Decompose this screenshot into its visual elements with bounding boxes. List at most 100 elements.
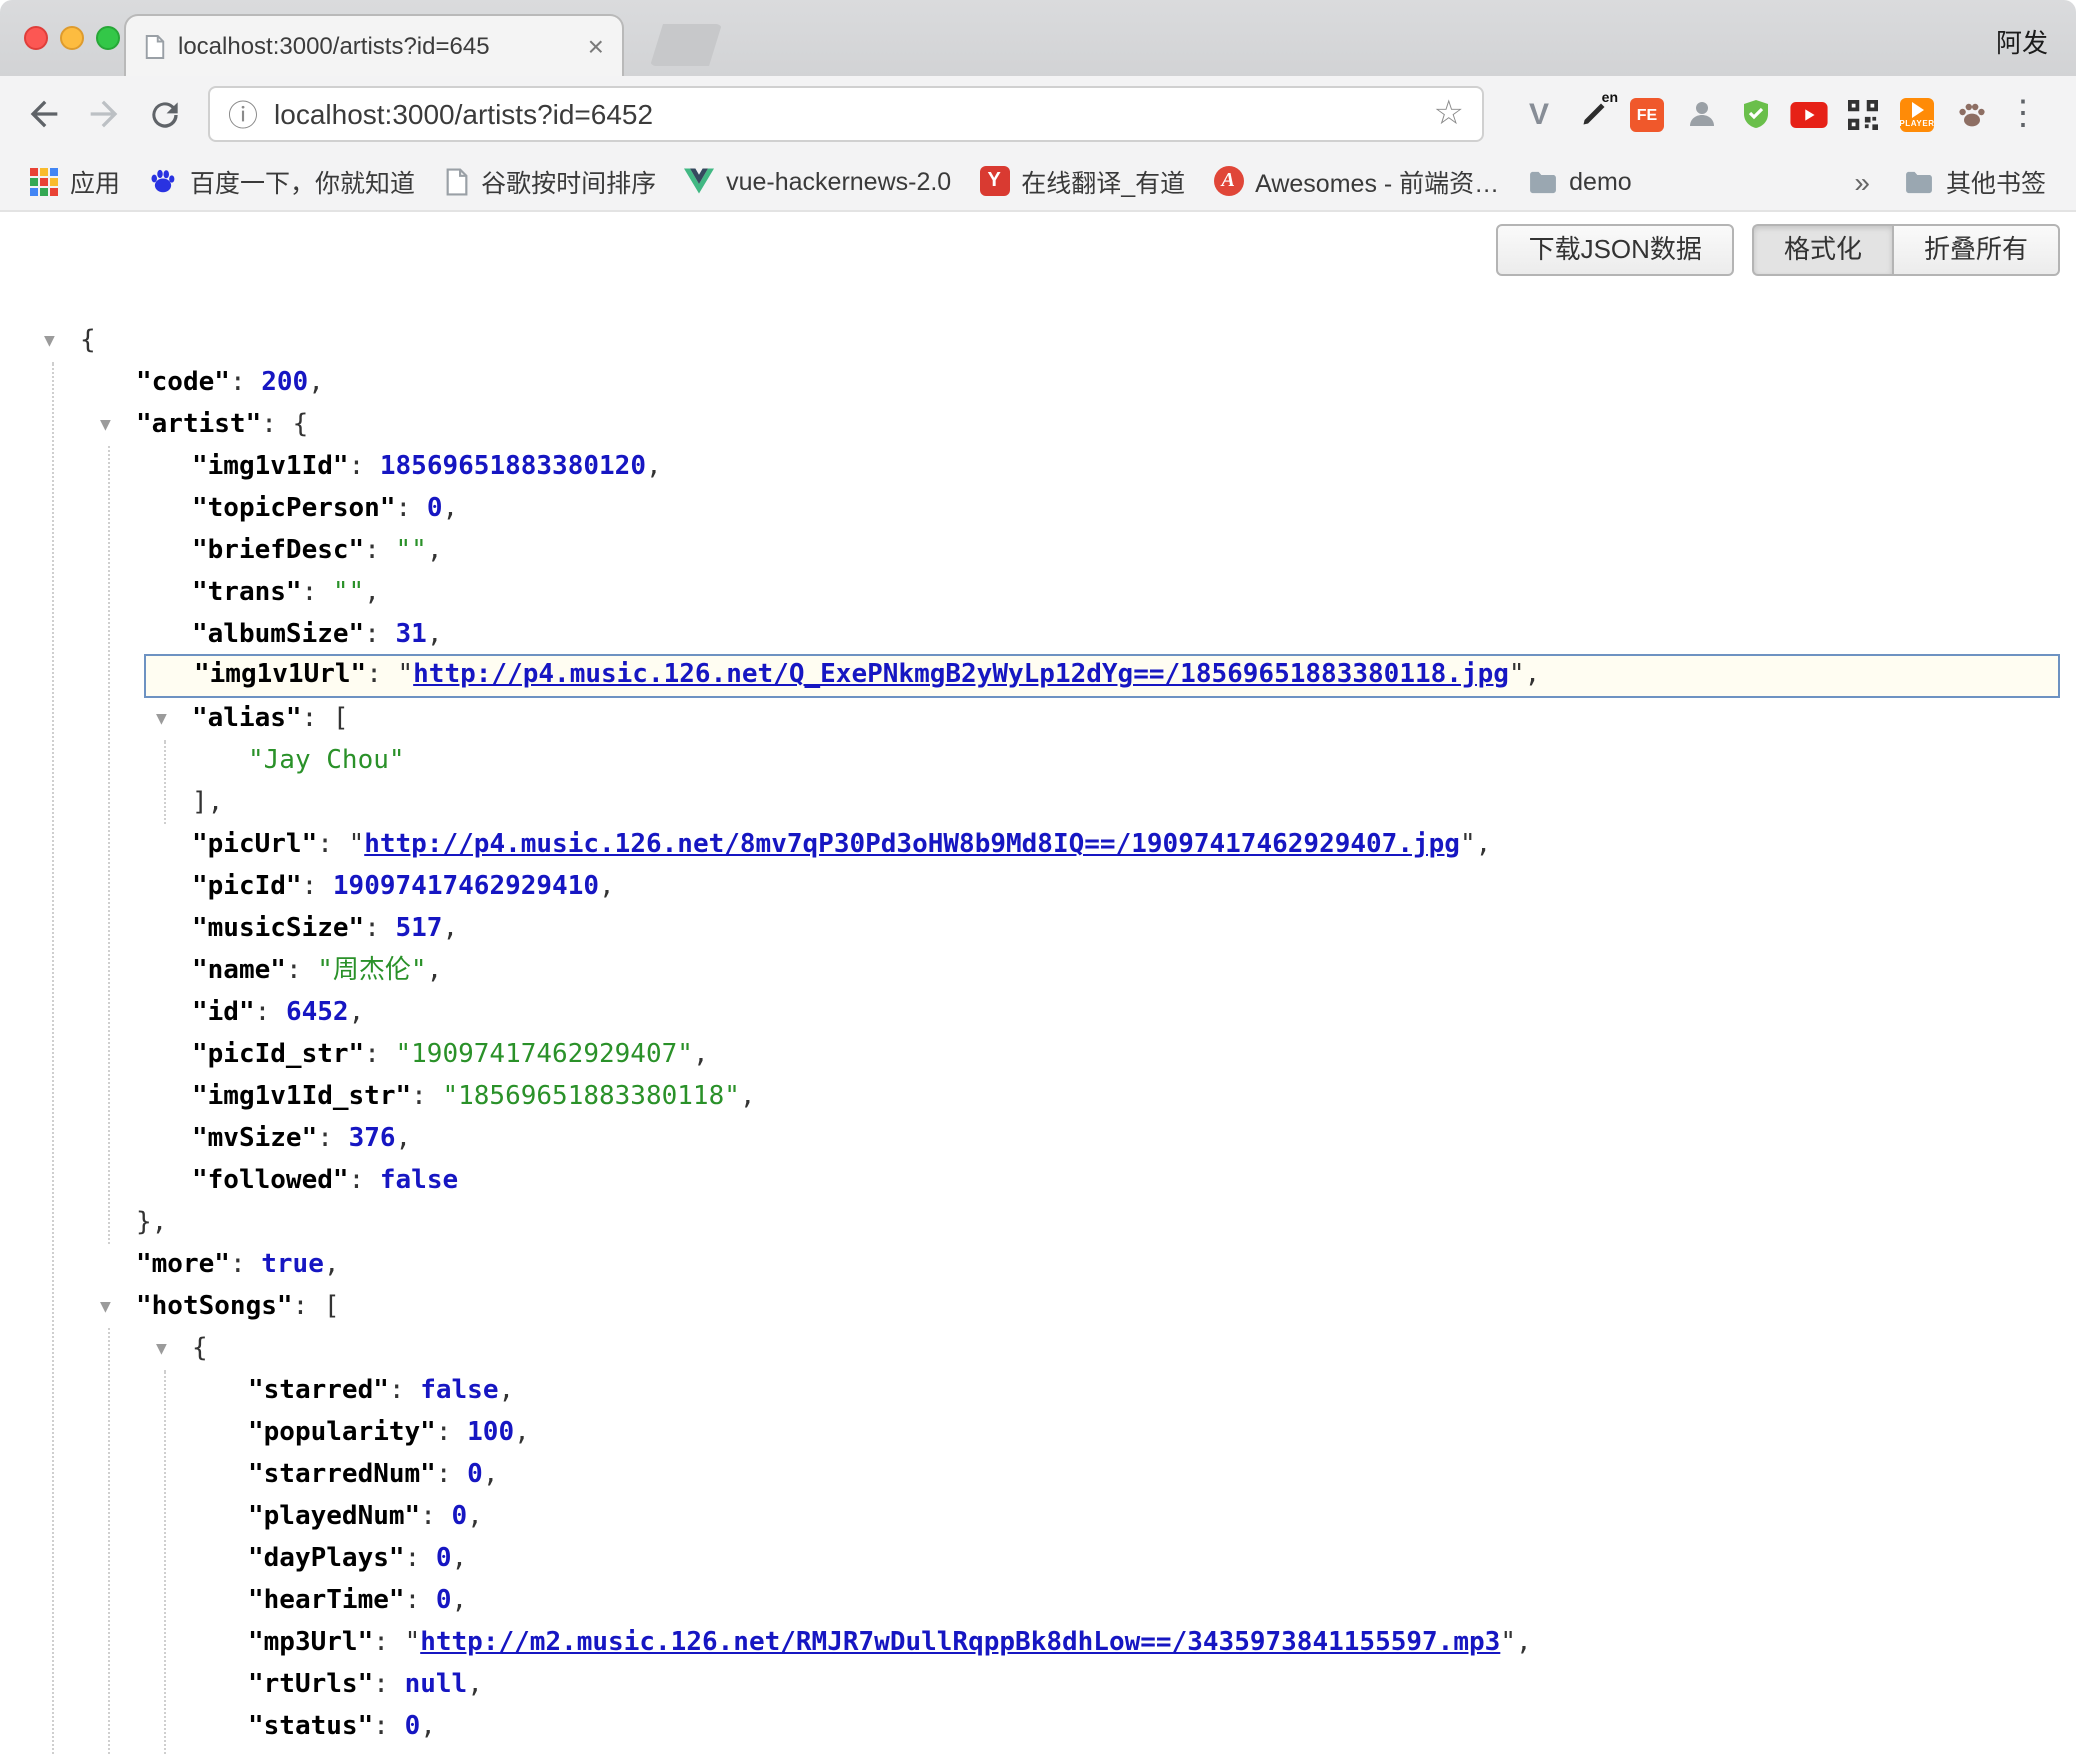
json-token: : [261,410,292,440]
json-token: false [380,1166,458,1196]
json-token: : [420,1502,451,1532]
json-token: : [364,914,395,944]
back-arrow-icon [24,94,64,134]
address-bar[interactable]: ⓘ localhost:3000/artists?id=6452 ☆ [208,86,1484,142]
json-token: "code" [136,368,230,398]
json-line: "mp3Url": "http://m2.music.126.net/RMJR7… [0,1622,2076,1664]
json-line: "id": 6452, [0,992,2076,1034]
bookmark-apps[interactable]: 应用 [16,156,134,206]
json-token: " [1500,1628,1516,1658]
json-token: "Jay Chou" [248,746,405,776]
forward-button[interactable] [80,90,128,138]
bookmark-google-sort[interactable]: 谷歌按时间排序 [429,156,670,206]
download-json-button[interactable]: 下载JSON数据 [1497,224,1734,276]
json-line: "starredNum": 0, [0,1454,2076,1496]
url-text[interactable]: localhost:3000/artists?id=6452 [274,98,1421,130]
json-token: : [405,1586,436,1616]
ext-profile-icon[interactable] [1682,95,1720,133]
json-line: "name": "周杰伦", [0,950,2076,992]
json-token: : [411,1082,442,1112]
ext-fe-icon[interactable]: FE [1628,95,1666,133]
json-token: "hearTime" [248,1586,405,1616]
json-token: , [308,368,324,398]
json-token: "musicSize" [192,914,364,944]
ext-player-icon[interactable]: PLAYER [1898,95,1936,133]
back-button[interactable] [20,90,68,138]
json-token: : [373,1712,404,1742]
new-tab-button[interactable] [650,24,722,66]
collapse-toggle-icon[interactable]: ▼ [156,700,167,742]
json-url-link[interactable]: http://p4.music.126.net/Q_ExePNkmgB2yWyL… [413,660,1509,690]
json-line: "img1v1Id": 18569651883380120, [0,446,2076,488]
profile-name[interactable]: 阿发 [1996,22,2048,60]
json-token: , [452,1586,468,1616]
json-token: "18569651883380118" [442,1082,739,1112]
ext-translate-icon[interactable]: en [1574,95,1612,133]
json-token: "playedNum" [248,1502,420,1532]
collapse-toggle-icon[interactable]: ▼ [100,406,111,448]
bookmark-vue-hackernews[interactable]: vue-hackernews-2.0 [670,161,965,201]
bookmark-baidu[interactable]: 百度一下，你就知道 [134,156,429,206]
collapse-toggle-icon[interactable]: ▼ [44,322,55,364]
baidu-paw-icon [148,166,178,196]
bookmarks-overflow-icon[interactable]: » [1834,165,1890,197]
collapse-toggle-icon[interactable]: ▼ [100,1288,111,1330]
json-token: "name" [192,956,286,986]
json-token: , [693,1040,709,1070]
ext-shield-icon[interactable] [1736,95,1774,133]
ext-paw-icon[interactable] [1952,95,1990,133]
json-token: "hotSongs" [136,1292,293,1322]
json-token: "mvSize" [192,1124,317,1154]
json-viewer: ▼{"code": 200,▼"artist": {"img1v1Id": 18… [0,320,2076,1754]
json-line: "followed": false [0,1160,2076,1202]
json-token: : [302,872,333,902]
youdao-icon: Y [979,166,1009,196]
json-token: : [436,1460,467,1490]
json-url-link[interactable]: http://m2.music.126.net/RMJR7wDullRqppBk… [420,1628,1500,1658]
bookmark-star-icon[interactable]: ☆ [1434,94,1465,134]
format-button[interactable]: 格式化 [1752,224,1892,276]
zoom-window-button[interactable] [96,26,120,50]
json-token: "周杰伦" [317,956,426,986]
bookmark-youdao[interactable]: Y 在线翻译_有道 [965,156,1199,206]
json-line: "picId_str": "19097417462929407", [0,1034,2076,1076]
json-line: "trans": "", [0,572,2076,614]
minimize-window-button[interactable] [60,26,84,50]
json-line: "popularity": 100, [0,1412,2076,1454]
json-token: ], [192,788,223,818]
json-token: 31 [396,620,427,650]
page-info-icon[interactable]: ⓘ [228,93,258,135]
collapse-all-button[interactable]: 折叠所有 [1892,224,2060,276]
json-token: 0 [427,494,443,524]
reload-button[interactable] [140,90,188,138]
ext-vimium-icon[interactable]: V [1520,95,1558,133]
bookmark-awesomes[interactable]: A Awesomes - 前端资… [1199,156,1513,206]
json-token: 200 [261,368,308,398]
json-token: 517 [396,914,443,944]
ext-qrcode-icon[interactable] [1844,95,1882,133]
json-url-link[interactable]: http://p4.music.126.net/8mv7qP30Pd3oHW8b… [364,830,1460,860]
json-token: , [740,1082,756,1112]
json-token: : [230,368,261,398]
close-window-button[interactable] [24,26,48,50]
json-token: : [349,452,380,482]
json-token: : [317,1124,348,1154]
json-token: : [230,1250,261,1280]
json-token: , [442,914,458,944]
json-token: , [1476,830,1492,860]
json-token: { [293,410,309,440]
json-token: : [396,494,427,524]
bookmark-other-folder[interactable]: 其他书签 [1890,156,2060,206]
awesomes-icon: A [1213,166,1243,196]
json-line: ▼"hotSongs": [ [0,1286,2076,1328]
json-token: , [364,578,380,608]
json-line: "dayPlays": 0, [0,1538,2076,1580]
browser-tab[interactable]: localhost:3000/artists?id=645 × [124,14,624,76]
json-line: ▼"alias": [ [0,698,2076,740]
tab-close-icon[interactable]: × [588,32,604,60]
bookmark-demo-folder[interactable]: demo [1513,161,1646,201]
ext-youtube-icon[interactable] [1790,95,1828,133]
json-line: "code": 200, [0,362,2076,404]
collapse-toggle-icon[interactable]: ▼ [156,1330,167,1372]
browser-menu-icon[interactable]: ⋮ [2006,94,2040,134]
